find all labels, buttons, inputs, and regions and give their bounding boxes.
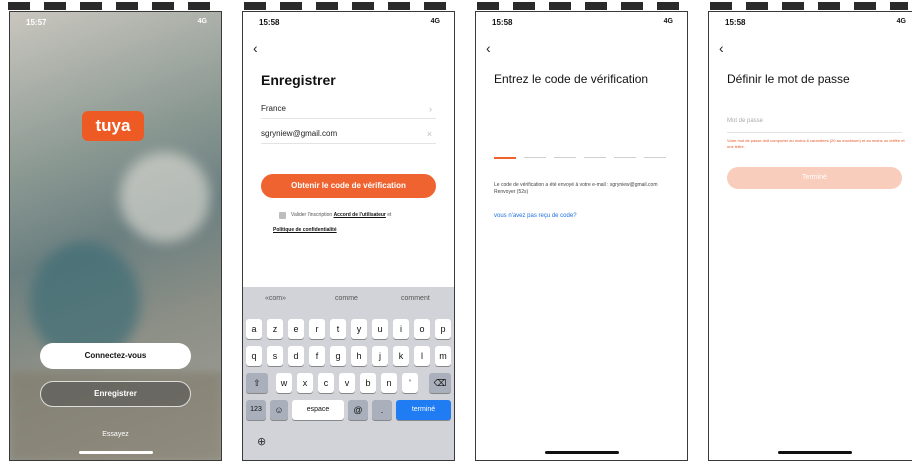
status-time: 15:58	[725, 18, 746, 27]
key-2[interactable]: d	[288, 346, 304, 366]
key-1[interactable]: s	[267, 346, 283, 366]
suggestion-item[interactable]: «com»	[265, 295, 286, 302]
key-9[interactable]: p	[435, 319, 451, 339]
page-title: Enregistrer	[261, 72, 336, 88]
key-2[interactable]: c	[318, 373, 334, 393]
status-bar: 15:58 4G	[476, 16, 687, 30]
code-sent-info: Le code de vérification a été envoyé à v…	[494, 182, 658, 195]
get-code-button[interactable]: Obtenir le code de vérification	[261, 174, 436, 198]
key-0[interactable]: w	[276, 373, 292, 393]
code-digit-slot[interactable]	[584, 157, 606, 158]
welcome-screen: 15:57 4G tuya Connectez-vous Enregistrer…	[9, 11, 222, 461]
set-password-screen: 15:58 4G ‹ Définir le mot de passe Mot d…	[708, 11, 912, 461]
done-button[interactable]: Terminé	[727, 167, 902, 189]
chevron-right-icon: ›	[429, 104, 432, 114]
key-6[interactable]: u	[372, 319, 388, 339]
key-3[interactable]: r	[309, 319, 325, 339]
key-1[interactable]: x	[297, 373, 313, 393]
page-title: Entrez le code de vérification	[494, 72, 649, 86]
key-3[interactable]: f	[309, 346, 325, 366]
key-8[interactable]: o	[414, 319, 430, 339]
password-error: Votre mot de passe doit comporter au moi…	[727, 138, 905, 149]
at-key[interactable]: @	[348, 400, 368, 420]
back-icon[interactable]: ‹	[486, 40, 491, 56]
back-icon[interactable]: ‹	[253, 40, 258, 56]
key-6[interactable]: j	[372, 346, 388, 366]
status-bar: 15:58 4G	[709, 16, 912, 30]
key-5[interactable]: h	[351, 346, 367, 366]
verify-code-screen: 15:58 4G ‹ Entrez le code de vérificatio…	[475, 11, 688, 461]
network-indicator: 4G	[197, 18, 207, 25]
key-5[interactable]: y	[351, 319, 367, 339]
code-digit-slot[interactable]	[614, 157, 636, 158]
numbers-key[interactable]: 123	[246, 400, 266, 420]
suggestion-item[interactable]: comment	[401, 295, 430, 302]
shift-key[interactable]: ⇧	[246, 373, 268, 393]
code-digit-slot[interactable]	[554, 157, 576, 158]
key-0[interactable]: a	[246, 319, 262, 339]
country-value: France	[261, 104, 286, 113]
page-title: Définir le mot de passe	[727, 72, 850, 86]
status-time: 15:58	[492, 18, 513, 27]
back-icon[interactable]: ‹	[719, 40, 724, 56]
try-link[interactable]: Essayez	[10, 431, 221, 438]
key-4[interactable]: t	[330, 319, 346, 339]
status-bar: 15:57 4G	[10, 16, 221, 30]
home-indicator	[777, 451, 852, 454]
email-field[interactable]: sgryniew@gmail.com ×	[261, 125, 436, 144]
agree-checkbox[interactable]	[279, 212, 286, 219]
key-4[interactable]: b	[360, 373, 376, 393]
code-digit-slot[interactable]	[494, 157, 516, 159]
home-indicator	[78, 451, 153, 454]
email-value: sgryniew@gmail.com	[261, 129, 338, 138]
key-3[interactable]: v	[339, 373, 355, 393]
network-indicator: 4G	[663, 18, 673, 25]
key-5[interactable]: n	[381, 373, 397, 393]
status-time: 15:58	[259, 18, 280, 27]
code-digit-slot[interactable]	[524, 157, 546, 158]
key-7[interactable]: k	[393, 346, 409, 366]
login-button[interactable]: Connectez-vous	[40, 343, 191, 369]
home-indicator	[544, 451, 619, 454]
status-bar: 15:58 4G	[243, 16, 454, 30]
space-key[interactable]: espace	[292, 400, 344, 420]
done-key[interactable]: terminé	[396, 400, 451, 420]
keyboard: «com» comme comment azertyuiop qsdfghjkl…	[243, 287, 454, 460]
key-2[interactable]: e	[288, 319, 304, 339]
register-button[interactable]: Enregistrer	[40, 381, 191, 407]
emoji-icon[interactable]: ☺	[270, 400, 288, 420]
key-6[interactable]: '	[402, 373, 418, 393]
status-time: 15:57	[26, 18, 47, 27]
key-7[interactable]: i	[393, 319, 409, 339]
privacy-link[interactable]: Politique de confidentialité	[273, 227, 337, 233]
suggestion-item[interactable]: comme	[335, 295, 358, 302]
dot-key[interactable]: .	[372, 400, 392, 420]
password-input[interactable]: Mot de passe	[727, 118, 902, 133]
network-indicator: 4G	[430, 18, 440, 25]
register-screen: 15:58 4G ‹ Enregistrer France › sgryniew…	[242, 11, 455, 461]
suggestion-bar: «com» comme comment	[243, 287, 454, 311]
globe-icon[interactable]: ⊕	[257, 435, 266, 448]
no-code-link[interactable]: vous n'avez pas reçu de code?	[494, 213, 577, 219]
key-4[interactable]: g	[330, 346, 346, 366]
key-1[interactable]: z	[267, 319, 283, 339]
key-0[interactable]: q	[246, 346, 262, 366]
tuya-logo: tuya	[82, 111, 144, 141]
code-digit-slot[interactable]	[644, 157, 666, 158]
key-8[interactable]: l	[414, 346, 430, 366]
key-9[interactable]: m	[435, 346, 451, 366]
agree-text: Valider l'inscription Accord de l'utilis…	[291, 212, 392, 218]
backspace-key[interactable]: ⌫	[429, 373, 451, 393]
clear-icon[interactable]: ×	[427, 125, 432, 143]
network-indicator: 4G	[896, 18, 906, 25]
country-selector[interactable]: France ›	[261, 100, 436, 119]
terms-link[interactable]: Accord de l'utilisateur	[334, 212, 386, 218]
